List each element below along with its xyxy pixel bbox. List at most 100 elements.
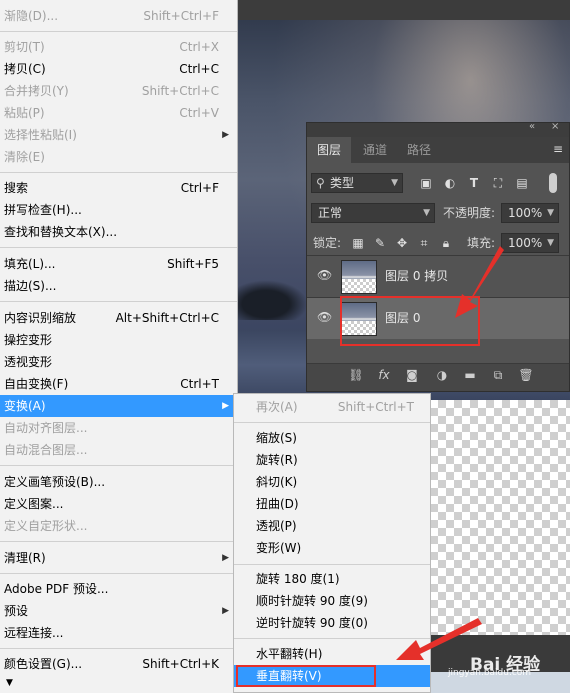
menu-item-paste[interactable]: 粘贴(P) Ctrl+V [0, 102, 237, 124]
menu-item-purge[interactable]: 清理(R) ▶ [0, 547, 237, 569]
watermark-url: jingyan.baidu.com [448, 668, 532, 678]
panel-tabs: 图层 通道 路径 ≡ [307, 137, 569, 163]
menu-item-search[interactable]: 搜索 Ctrl+F [0, 177, 237, 199]
submenu-arrow-icon: ▶ [222, 401, 229, 411]
menu-item-puppet-warp[interactable]: 操控变形 [0, 329, 237, 351]
menu-item-transform[interactable]: 变换(A) ▶ [0, 395, 237, 417]
submenu-item-rotate[interactable]: 旋转(R) [234, 449, 430, 471]
menu-item-copy-merged[interactable]: 合并拷贝(Y) Shift+Ctrl+C [0, 80, 237, 102]
submenu-item-rotate-180[interactable]: 旋转 180 度(1) [234, 568, 430, 590]
lock-all-icon[interactable]: 🔒︎ [437, 234, 455, 252]
transparent-canvas-area [430, 400, 570, 635]
fill-field[interactable]: 100% ▼ [501, 233, 559, 253]
filter-kind-dropdown[interactable]: ⚲ 类型 ▼ [311, 173, 403, 193]
menu-item-perspective-warp[interactable]: 透视变形 [0, 351, 237, 373]
menu-item-free-transform[interactable]: 自由变换(F) Ctrl+T [0, 373, 237, 395]
submenu-item-again[interactable]: 再次(A) Shift+Ctrl+T [234, 396, 430, 418]
close-panel-icon[interactable]: × [551, 121, 559, 132]
add-mask-icon[interactable]: ◙ [403, 368, 421, 382]
tab-paths[interactable]: 路径 [397, 137, 441, 163]
layer-row[interactable]: 👁︎ 图层 0 拷贝 [307, 255, 569, 297]
type-filter-icon[interactable]: T [465, 174, 483, 192]
menu-item-pdf-presets[interactable]: Adobe PDF 预设... [0, 578, 237, 600]
opacity-value: 100% [508, 206, 543, 220]
lock-transparent-icon[interactable]: ▦ [349, 234, 367, 252]
submenu-arrow-icon: ▶ [222, 606, 229, 616]
search-icon: ⚲ [316, 176, 325, 190]
blend-row: 正常 ▼ 不透明度: 100% ▼ [307, 199, 569, 227]
fx-icon[interactable]: fx [375, 368, 393, 382]
lock-label: 锁定: [313, 236, 342, 250]
canvas-trees [238, 280, 308, 320]
filter-toggle[interactable] [549, 173, 557, 193]
annotation-box-layer [340, 296, 480, 346]
panel-menu-icon[interactable]: ≡ [553, 142, 563, 156]
blend-mode-dropdown[interactable]: 正常 ▼ [311, 203, 435, 223]
submenu-item-rotate-90-ccw[interactable]: 逆时针旋转 90 度(0) [234, 612, 430, 634]
lock-artboard-icon[interactable]: ⌗ [415, 234, 433, 252]
fill-label: 填充: [467, 236, 496, 250]
smart-object-filter-icon[interactable]: ▤ [513, 174, 531, 192]
menu-item-content-aware-scale[interactable]: 内容识别缩放 Alt+Shift+Ctrl+C [0, 307, 237, 329]
submenu-item-perspective[interactable]: 透视(P) [234, 515, 430, 537]
opacity-field[interactable]: 100% ▼ [501, 203, 559, 223]
scroll-down-icon[interactable]: ▼ [6, 678, 13, 688]
eye-icon[interactable]: 👁︎ [317, 310, 332, 324]
lock-image-icon[interactable]: ✎ [371, 234, 389, 252]
layer-thumbnail [341, 260, 377, 294]
menu-item-auto-align[interactable]: 自动对齐图层... [0, 417, 237, 439]
submenu-item-rotate-90-cw[interactable]: 顺时针旋转 90 度(9) [234, 590, 430, 612]
menu-item-find-replace[interactable]: 查找和替换文本(X)... [0, 221, 237, 243]
submenu-item-flip-horizontal[interactable]: 水平翻转(H) [234, 643, 430, 665]
canvas-top-strip [238, 0, 570, 20]
submenu-item-distort[interactable]: 扭曲(D) [234, 493, 430, 515]
menu-item-remote-connections[interactable]: 远程连接... [0, 622, 237, 644]
edit-menu: 渐隐(D)... Shift+Ctrl+F 剪切(T) Ctrl+X 拷贝(C) Ct… [0, 0, 238, 693]
tab-channels[interactable]: 通道 [353, 137, 397, 163]
submenu-item-scale[interactable]: 缩放(S) [234, 427, 430, 449]
new-group-icon[interactable]: ▬ [461, 368, 479, 382]
submenu-item-skew[interactable]: 斜切(K) [234, 471, 430, 493]
lock-row: 锁定: ▦ ✎ ✥ ⌗ 🔒︎ 填充: 100% ▼ [307, 229, 569, 257]
adjustment-layer-icon[interactable]: ◑ [433, 368, 451, 382]
chevron-down-icon: ▼ [547, 238, 554, 248]
layer-name: 图层 0 拷贝 [385, 269, 449, 283]
collapse-icon[interactable]: « [529, 121, 535, 132]
menu-item-define-brush[interactable]: 定义画笔预设(B)... [0, 471, 237, 493]
menu-item-spell-check[interactable]: 拼写检查(H)... [0, 199, 237, 221]
menu-item-fill[interactable]: 填充(L)... Shift+F5 [0, 253, 237, 275]
menu-item-copy[interactable]: 拷贝(C) Ctrl+C [0, 58, 237, 80]
new-layer-icon[interactable]: ⧉ [489, 368, 507, 383]
submenu-arrow-icon: ▶ [222, 553, 229, 563]
chevron-down-icon: ▼ [423, 208, 430, 218]
menu-item-color-settings[interactable]: 颜色设置(G)... Shift+Ctrl+K [0, 653, 237, 675]
tab-layers[interactable]: 图层 [307, 137, 352, 163]
menu-item-clear[interactable]: 清除(E) [0, 146, 237, 168]
annotation-box-flip-vertical [236, 665, 376, 687]
menu-item-cut[interactable]: 剪切(T) Ctrl+X [0, 36, 237, 58]
menu-item-define-shape[interactable]: 定义自定形状... [0, 515, 237, 537]
eye-icon[interactable]: 👁︎ [317, 268, 332, 282]
layers-panel: « × 图层 通道 路径 ≡ ⚲ 类型 ▼ ▣ ◐ T ⛶ ▤ 正常 ▼ 不透明… [306, 121, 570, 392]
menu-item-stroke[interactable]: 描边(S)... [0, 275, 237, 297]
panel-title-bar[interactable]: « × [307, 121, 569, 137]
submenu-arrow-icon: ▶ [222, 130, 229, 140]
shape-filter-icon[interactable]: ⛶ [489, 174, 507, 192]
submenu-item-warp[interactable]: 变形(W) [234, 537, 430, 559]
menu-item-define-pattern[interactable]: 定义图案... [0, 493, 237, 515]
chevron-down-icon: ▼ [547, 208, 554, 218]
adjustment-filter-icon[interactable]: ◐ [441, 174, 459, 192]
link-layers-icon[interactable]: ⛓ [347, 368, 365, 382]
menu-item-paste-special[interactable]: 选择性粘贴(I) ▶ [0, 124, 237, 146]
trash-icon[interactable]: 🗑︎ [517, 368, 535, 382]
pixel-filter-icon[interactable]: ▣ [417, 174, 435, 192]
menu-item-auto-blend[interactable]: 自动混合图层... [0, 439, 237, 461]
lock-position-icon[interactable]: ✥ [393, 234, 411, 252]
filter-kind-label: 类型 [330, 176, 355, 190]
menu-item-fade[interactable]: 渐隐(D)... Shift+Ctrl+F [0, 5, 237, 27]
opacity-label: 不透明度: [443, 206, 496, 220]
filter-row: ⚲ 类型 ▼ ▣ ◐ T ⛶ ▤ [307, 169, 569, 197]
fill-value: 100% [508, 236, 543, 250]
blend-mode-label: 正常 [318, 206, 343, 220]
menu-item-presets[interactable]: 预设 ▶ [0, 600, 237, 622]
